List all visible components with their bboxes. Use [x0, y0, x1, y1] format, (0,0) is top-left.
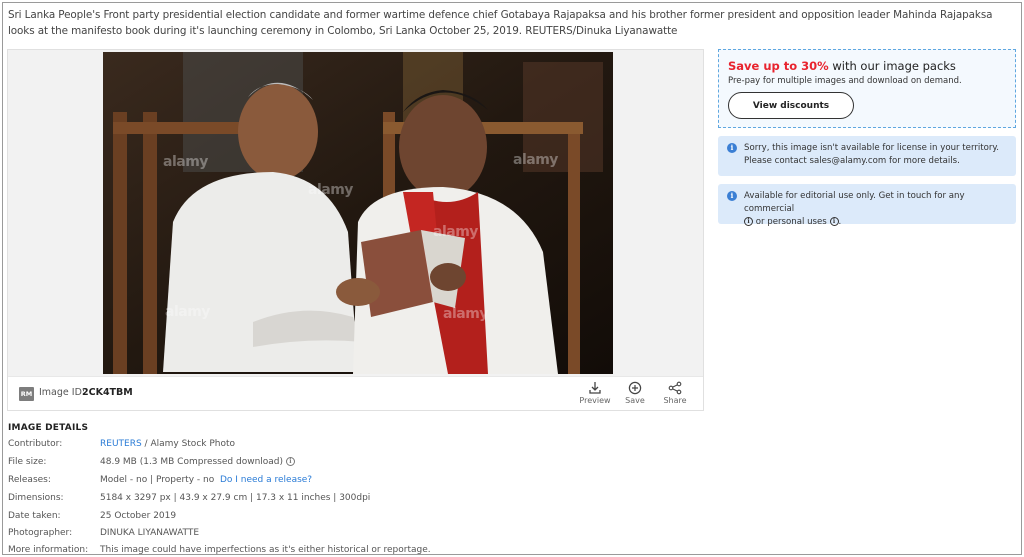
- share-label: Share: [663, 396, 687, 405]
- releases-value: Model - no | Property - no: [100, 475, 215, 485]
- promo-subtitle: Pre-pay for multiple images and download…: [728, 76, 962, 86]
- image-pack-promo: Save up to 30% with our image packs Pre-…: [718, 49, 1016, 128]
- dimensions-row: Dimensions: 5184 x 3297 px | 43.9 x 27.9…: [8, 493, 708, 507]
- more-info-value: This image could have imperfections as i…: [100, 545, 431, 555]
- releases-label: Releases:: [8, 475, 51, 485]
- watermark: alamy: [433, 224, 478, 240]
- promo-title-rest: with our image packs: [828, 59, 956, 73]
- plus-circle-icon: [628, 381, 642, 395]
- territory-notice: i Sorry, this image isn't available for …: [718, 136, 1016, 176]
- more-info-label: More information:: [8, 545, 89, 555]
- watermark: alamy: [163, 154, 208, 170]
- contributor-link[interactable]: REUTERS: [100, 439, 142, 449]
- contributor-label: Contributor:: [8, 439, 63, 449]
- watermark: alamy: [165, 304, 210, 320]
- date-taken-row: Date taken: 25 October 2019: [8, 511, 708, 525]
- view-discounts-button[interactable]: View discounts: [728, 92, 854, 119]
- filesize-label: File size:: [8, 457, 47, 467]
- editorial-notice-text-b: or personal uses: [755, 217, 827, 227]
- photo-illustration: [103, 52, 613, 374]
- info-icon: i: [727, 191, 737, 201]
- release-help-link[interactable]: Do I need a release?: [220, 475, 312, 485]
- dimensions-value: 5184 x 3297 px | 43.9 x 27.9 cm | 17.3 x…: [100, 493, 371, 503]
- date-taken-value: 25 October 2019: [100, 511, 177, 521]
- page-frame: Sri Lanka People's Front party president…: [2, 2, 1022, 555]
- share-icon: [668, 381, 682, 395]
- promo-highlight: Save up to 30%: [728, 59, 829, 73]
- date-taken-label: Date taken:: [8, 511, 61, 521]
- dimensions-label: Dimensions:: [8, 493, 64, 503]
- save-label: Save: [625, 396, 645, 405]
- info-icon[interactable]: i: [285, 457, 295, 466]
- image-id-label: Image ID:: [39, 387, 86, 398]
- photographer-label: Photographer:: [8, 528, 73, 538]
- download-icon: [589, 382, 601, 394]
- filesize-row: File size: 48.9 MB (1.3 MB Compressed do…: [8, 457, 708, 471]
- photographer-row: Photographer: DINUKA LIYANAWATTE: [8, 528, 708, 542]
- image-panel: alamy alamy alamy alamy alamy alamy RM I…: [7, 49, 704, 411]
- releases-row: Releases: Model - no | Property - no Do …: [8, 475, 708, 489]
- info-icon[interactable]: i: [744, 217, 753, 226]
- watermark: alamy: [443, 306, 488, 322]
- info-icon[interactable]: i: [829, 217, 839, 226]
- editorial-notice-text-a: Available for editorial use only. Get in…: [744, 191, 965, 214]
- editorial-notice: i Available for editorial use only. Get …: [718, 184, 1016, 227]
- promo-title: Save up to 30% with our image packs: [728, 59, 956, 73]
- main-photo[interactable]: alamy alamy alamy alamy alamy alamy: [103, 52, 613, 374]
- watermark: alamy: [513, 152, 558, 168]
- watermark: alamy: [308, 182, 353, 198]
- contributor-rest: / Alamy Stock Photo: [141, 439, 236, 449]
- contributor-row: Contributor: REUTERS / Alamy Stock Photo: [8, 439, 708, 453]
- rm-badge: RM: [19, 387, 34, 401]
- image-details-title: IMAGE DETAILS: [8, 423, 89, 433]
- filesize-value: 48.9 MB (1.3 MB Compressed download): [100, 457, 284, 467]
- preview-button[interactable]: Preview: [575, 381, 615, 405]
- editorial-notice-text-c: .: [838, 217, 842, 227]
- share-button[interactable]: Share: [655, 381, 695, 405]
- image-toolbar: RM Image ID: 2CK4TBM Preview Save Share: [8, 376, 703, 410]
- more-info-row: More information: This image could have …: [8, 545, 708, 555]
- territory-notice-text: Sorry, this image isn't available for li…: [744, 143, 999, 166]
- info-icon: i: [727, 143, 737, 153]
- image-caption: Sri Lanka People's Front party president…: [8, 9, 993, 37]
- image-id-value: 2CK4TBM: [82, 387, 133, 398]
- preview-label: Preview: [579, 396, 611, 405]
- photographer-link[interactable]: DINUKA LIYANAWATTE: [100, 528, 199, 538]
- save-button[interactable]: Save: [615, 381, 655, 405]
